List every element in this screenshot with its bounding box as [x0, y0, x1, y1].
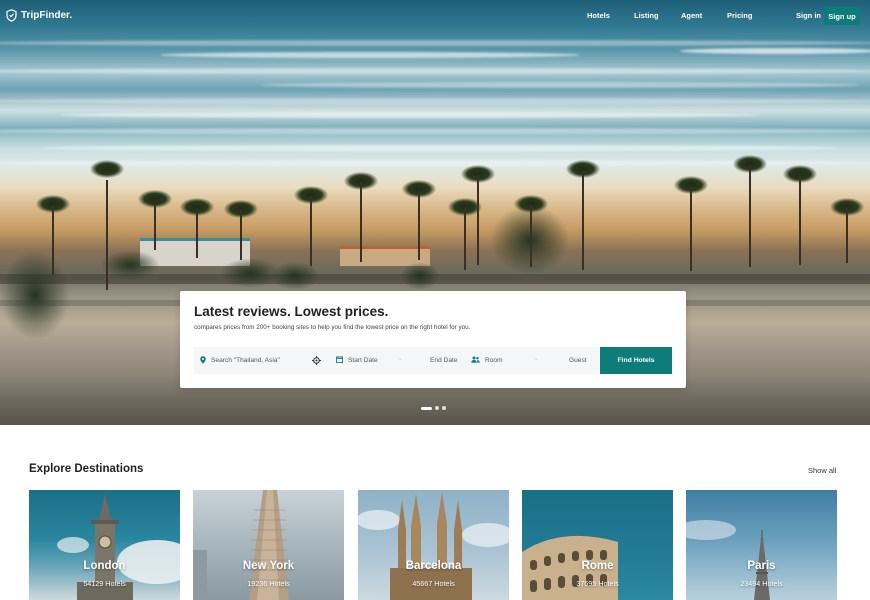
sign-in-link[interactable]: Sign in [796, 11, 821, 20]
logo-text: TripFinder. [21, 10, 73, 21]
destination-hotel-count: 23494 Hotels [740, 579, 783, 588]
explore-destinations-heading: Explore Destinations [29, 463, 144, 475]
destination-card-barcelona[interactable]: Barcelona 45667 Hotels [358, 490, 509, 600]
search-title: Latest reviews. Lowest prices. [194, 304, 389, 319]
users-icon [471, 356, 480, 365]
carousel-dot[interactable] [435, 406, 439, 410]
destination-hotel-count: 54129 Hotels [83, 579, 126, 588]
calendar-icon [335, 356, 344, 365]
destination-name: Barcelona [405, 560, 462, 572]
destination-card-paris[interactable]: Paris 23494 Hotels [686, 490, 837, 600]
find-hotels-button[interactable]: Find Hotels [600, 347, 672, 374]
gps-button[interactable] [312, 347, 321, 374]
search-card: Latest reviews. Lowest prices. compares … [180, 291, 686, 388]
destination-name: London [83, 560, 126, 572]
search-subtitle: compares prices from 200+ booking sites … [194, 324, 471, 331]
nav-link-pricing[interactable]: Pricing [727, 11, 752, 20]
crosshair-icon [312, 356, 321, 365]
destination-hotel-count: 19236 Hotels [247, 579, 290, 588]
guest-field[interactable]: Guest [569, 347, 587, 374]
nav-link-hotels[interactable]: Hotels [587, 11, 610, 20]
destination-card-rome[interactable]: Rome 37695 Hotels [522, 490, 673, 600]
location-placeholder: Search "Thailand, Asia" [211, 357, 280, 364]
end-date-field[interactable]: End Date [430, 347, 458, 374]
show-all-link[interactable]: Show all [808, 466, 836, 475]
guest-separator: - [535, 357, 538, 364]
destination-card-new-york[interactable]: New York 19236 Hotels [193, 490, 344, 600]
start-date-field[interactable]: Start Date [335, 347, 378, 374]
date-separator: - [399, 357, 402, 364]
location-field[interactable]: Search "Thailand, Asia" [200, 347, 330, 374]
destination-name: Rome [581, 560, 614, 572]
start-date-label: Start Date [348, 357, 378, 364]
sign-up-button[interactable]: Sign up [824, 7, 860, 25]
carousel-indicators [421, 406, 449, 410]
nav-link-listing[interactable]: Listing [634, 11, 659, 20]
map-pin-icon [200, 355, 206, 366]
destination-card-london[interactable]: London 54129 Hotels [29, 490, 180, 600]
shield-icon [6, 9, 17, 22]
logo[interactable]: TripFinder. [6, 9, 72, 22]
destination-hotel-count: 37695 Hotels [576, 579, 619, 588]
destination-name: Paris [747, 560, 776, 572]
search-bar: Search "Thailand, Asia" Start Date - End… [194, 347, 672, 374]
end-date-label: End Date [430, 357, 458, 364]
carousel-dot-active[interactable] [421, 406, 432, 410]
room-label: Room [485, 357, 503, 364]
top-nav: TripFinder. Hotels Listing Agent Pricing… [0, 0, 870, 32]
carousel-dot[interactable] [442, 406, 446, 410]
destination-hotel-count: 45667 Hotels [412, 579, 455, 588]
destination-name: New York [242, 560, 295, 572]
nav-link-agent[interactable]: Agent [681, 11, 702, 20]
room-field[interactable]: Room [471, 347, 503, 374]
guest-label: Guest [569, 357, 587, 364]
